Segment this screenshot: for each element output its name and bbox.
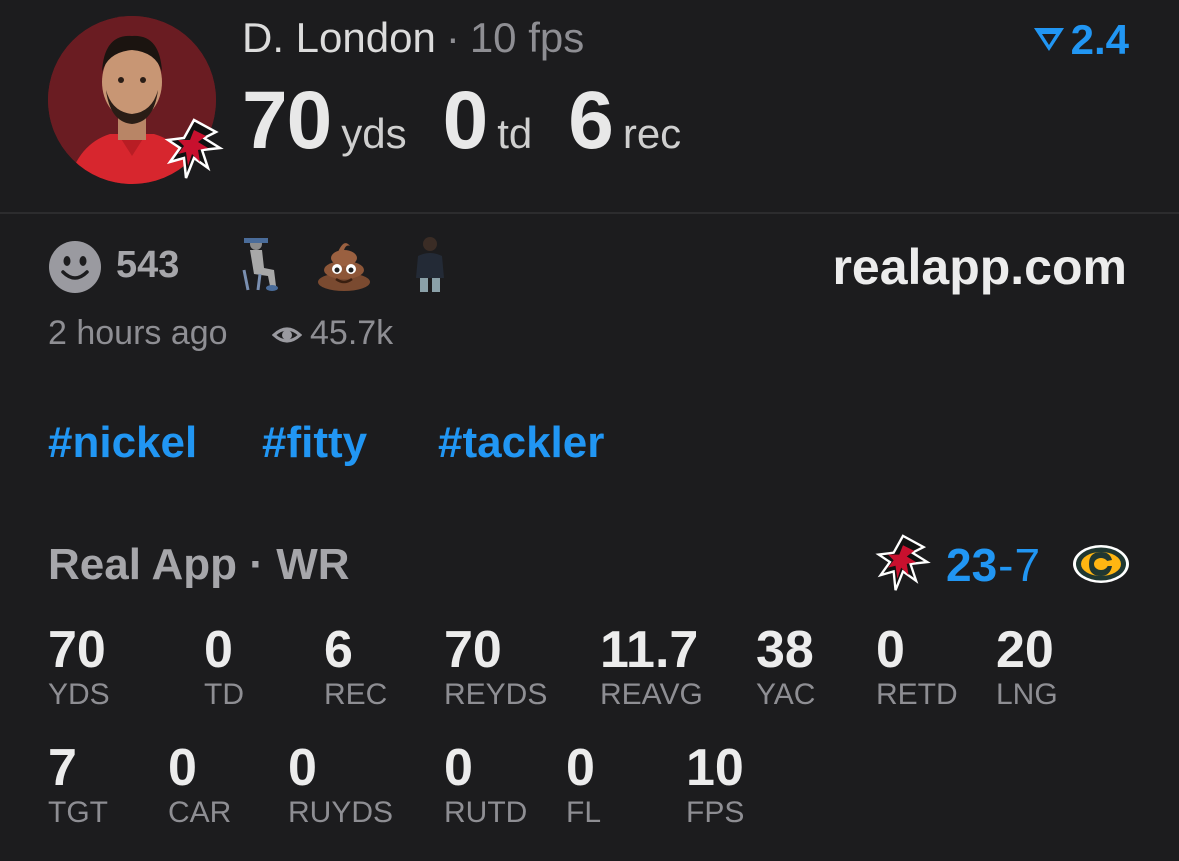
stat-cell: 38 YAC	[756, 620, 815, 712]
player-name[interactable]: D. London	[242, 14, 436, 61]
smiley-icon[interactable]	[48, 240, 102, 294]
stat-cell: 0 FL	[566, 738, 601, 830]
falcons-logo-icon	[164, 118, 224, 180]
stat-label: RETD	[876, 678, 958, 711]
headline-rec-unit: rec	[622, 110, 682, 157]
reaction-count[interactable]: 543	[116, 244, 179, 287]
stat-cell: 6 REC	[324, 620, 387, 712]
stat-value: 0	[566, 739, 595, 797]
stat-label: FPS	[686, 796, 745, 829]
stat-label: YDS	[48, 678, 110, 711]
stat-value: 0	[444, 739, 473, 797]
seated-figure-sticker-icon[interactable]	[238, 234, 282, 294]
stat-value: 6	[324, 621, 353, 679]
headline-yards-value: 70	[242, 75, 332, 166]
stat-cell: 11.7 REAVG	[600, 620, 703, 712]
stat-value: 11.7	[600, 621, 699, 679]
falcons-logo-icon[interactable]	[872, 534, 934, 592]
stat-label: CAR	[168, 796, 232, 829]
stat-value: 20	[996, 621, 1054, 679]
stat-label: RUTD	[444, 796, 528, 829]
hashtag-nickel[interactable]: #nickel	[48, 418, 197, 468]
view-count: 45.7k	[310, 314, 394, 352]
rating-value: 2.4	[1070, 16, 1129, 63]
headline-yards-unit: yds	[341, 110, 407, 157]
standing-figure-sticker-icon[interactable]	[410, 234, 450, 294]
player-name-line: D. London · 10 fps	[242, 14, 584, 62]
stat-value: 70	[48, 621, 106, 679]
headline-td-value: 0	[442, 75, 489, 166]
stat-label: FL	[566, 796, 602, 829]
divider	[0, 212, 1179, 214]
stat-value: 10	[686, 739, 744, 797]
player-position: WR	[276, 540, 350, 589]
eye-icon	[271, 320, 303, 350]
league-name[interactable]: Real App	[48, 540, 237, 589]
stat-value: 0	[204, 621, 233, 679]
stat-label: RUYDS	[288, 796, 394, 829]
stat-label: REAVG	[600, 678, 703, 711]
stat-cell: 0 RUYDS	[288, 738, 393, 830]
stat-label: YAC	[756, 678, 816, 711]
stat-value: 0	[876, 621, 905, 679]
stat-cell: 20 LNG	[996, 620, 1058, 712]
stat-value: 70	[444, 621, 502, 679]
score-away: 7	[1014, 539, 1041, 591]
stat-cell: 70 YDS	[48, 620, 110, 712]
stat-cell: 0 CAR	[168, 738, 231, 830]
stat-cell: 0 TD	[204, 620, 244, 712]
poop-emoji-icon[interactable]	[316, 236, 372, 292]
fps-label: 10 fps	[469, 14, 585, 61]
hashtag-tackler[interactable]: #tackler	[438, 418, 604, 468]
rating-badge[interactable]: 2.4	[1031, 16, 1129, 64]
score-home: 23	[946, 539, 998, 591]
game-score[interactable]: 23-7	[946, 538, 1040, 592]
stat-cell: 10 FPS	[686, 738, 744, 830]
stat-label: TGT	[48, 796, 108, 829]
score-dash: -	[998, 539, 1014, 591]
stat-label: LNG	[996, 678, 1058, 711]
stat-value: 0	[288, 739, 317, 797]
stat-value: 0	[168, 739, 197, 797]
separator: ·	[249, 540, 264, 589]
timestamp: 2 hours ago	[48, 314, 228, 352]
stat-value: 38	[756, 621, 814, 679]
stat-value: 7	[48, 739, 77, 797]
stat-cell: 0 RUTD	[444, 738, 527, 830]
domain-link[interactable]: realapp.com	[832, 238, 1127, 296]
vote-triangle-icon	[1031, 16, 1071, 64]
headline-rec-value: 6	[568, 75, 614, 166]
hashtag-fitty[interactable]: #fitty	[262, 418, 367, 468]
stat-cell: 7 TGT	[48, 738, 108, 830]
headline-stats: 70 yds 0 td 6 rec	[242, 74, 717, 168]
stat-cell: 70 REYDS	[444, 620, 547, 712]
stat-label: REC	[324, 678, 388, 711]
stat-label: REYDS	[444, 678, 548, 711]
stat-label: TD	[204, 678, 244, 711]
stat-cell: 0 RETD	[876, 620, 958, 712]
separator: ·	[445, 14, 460, 61]
league-position-line: Real App · WR	[48, 540, 350, 590]
headline-td-unit: td	[497, 110, 533, 157]
packers-logo-icon[interactable]	[1072, 544, 1130, 584]
